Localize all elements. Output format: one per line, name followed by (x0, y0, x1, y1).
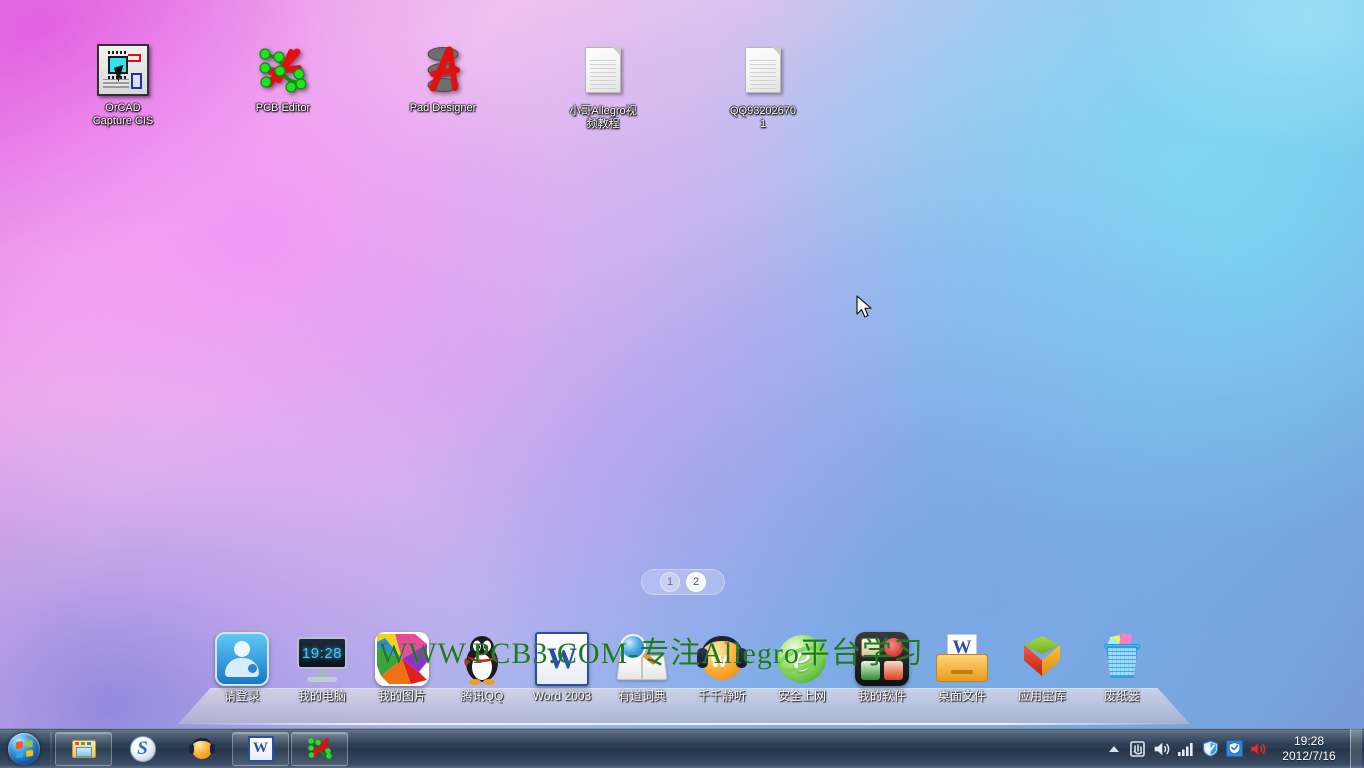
desktop-icon-label: OrCAD Capture CIS (92, 102, 154, 127)
word-letter: W (547, 642, 577, 675)
dock-item-login[interactable]: 请登录 (202, 628, 282, 703)
dock-item-my-software[interactable]: 我的软件 (842, 628, 922, 703)
desktop-dock: 请登录 19:28 我的电脑 我的图片 腾讯QQ W Word 2003 有道词… (0, 628, 1364, 728)
desktop-icon-label: QQ93202670 1 (729, 105, 797, 130)
taskbar-divider (50, 731, 52, 766)
taskbar-button-word-2003[interactable]: W (232, 731, 289, 766)
headphone-face-icon (188, 736, 215, 762)
taskbar-button-sogou-browser[interactable]: S (114, 732, 171, 766)
taskbar-button-file-explorer[interactable] (55, 731, 112, 766)
desktop-icon-pcb-editor[interactable]: PCB Editor (223, 44, 343, 115)
drawer-documents-icon: W (935, 632, 989, 686)
dock-item-my-computer[interactable]: 19:28 我的电脑 (282, 628, 362, 703)
taskbar-button-pcb-editor[interactable] (291, 731, 348, 766)
recycle-bin-icon (1095, 632, 1149, 686)
pcb-editor-icon (307, 736, 333, 762)
dock-item-tencent-qq[interactable]: 腾讯QQ (442, 628, 522, 703)
show-hidden-icons-button[interactable] (1102, 735, 1126, 763)
dock-item-ttplayer[interactable]: W 千千静听 (682, 628, 762, 703)
pinwheel-gallery-icon (375, 632, 429, 686)
dock-item-desktop-files[interactable]: W 桌面文件 (922, 628, 1002, 703)
dictionary-magnifier-icon (615, 632, 669, 686)
dock-item-word-2003[interactable]: W Word 2003 (522, 628, 602, 703)
signal-bars-icon[interactable] (1174, 735, 1198, 763)
windows-orb-icon (8, 732, 40, 765)
dock-item-label: 有道词典 (617, 689, 666, 703)
pad-designer-icon (417, 44, 469, 96)
monitor-clock-text: 19:28 (297, 637, 347, 669)
qq-penguin-icon (455, 632, 509, 686)
text-file-icon (577, 47, 629, 99)
dock-item-list: 请登录 19:28 我的电脑 我的图片 腾讯QQ W Word 2003 有道词… (0, 628, 1364, 728)
dock-item-label: 我的电脑 (297, 689, 346, 703)
user-avatar-icon (215, 632, 269, 686)
dock-item-label: 我的图片 (377, 689, 426, 703)
dock-item-label: 应用宝库 (1017, 689, 1066, 703)
pcb-editor-icon (257, 44, 309, 96)
dock-item-app-store[interactable]: 应用宝库 (1002, 628, 1082, 703)
desktop-page-indicator[interactable]: 1 2 (641, 569, 725, 595)
show-desktop-button[interactable] (1350, 728, 1362, 768)
dock-item-recycle-bin[interactable]: 废纸篓 (1082, 628, 1162, 703)
system-tray: 19:28 2012/7/16 (1102, 728, 1364, 768)
desktop-icon-qq-file[interactable]: QQ93202670 1 (703, 44, 823, 131)
dock-item-safe-browser[interactable]: e 安全上网 (762, 628, 842, 703)
red-speaker-icon[interactable] (1246, 735, 1270, 763)
text-file-icon (737, 47, 789, 99)
clock-date: 2012/7/16 (1282, 748, 1336, 763)
dock-item-label: 千千静听 (697, 689, 746, 703)
cube-icon (1015, 632, 1069, 686)
sogou-s-icon: S (129, 735, 156, 762)
desktop-icon-pad-designer[interactable]: Pad Designer (383, 44, 503, 115)
page-dot-2[interactable]: 2 (686, 572, 706, 592)
green-e-browser-icon: e (773, 632, 831, 686)
desktop-icon-allegro-tutorial[interactable]: 小哥Allegro视 频教程 (543, 44, 663, 131)
dock-item-label: 请登录 (223, 689, 260, 703)
page-dot-1[interactable]: 1 (660, 572, 680, 592)
taskbar-button-ttplayer[interactable] (173, 732, 230, 766)
start-button[interactable] (0, 730, 48, 768)
software-folder-icon (855, 632, 909, 686)
taskbar: S W 19:28 2012/7/16 (0, 728, 1364, 768)
orcad-chip-icon (97, 44, 149, 96)
desktop-icon-label: PCB Editor (255, 102, 311, 114)
desktop-wallpaper[interactable]: OrCAD Capture CIS PCB Editor Pad Designe… (0, 0, 1364, 768)
headphone-face-icon: W (695, 632, 749, 686)
word-icon: W (535, 632, 589, 686)
dock-item-youdao-dict[interactable]: 有道词典 (602, 628, 682, 703)
word-icon: W (247, 735, 274, 762)
action-center-icon[interactable] (1126, 735, 1150, 763)
dock-item-label: 我的软件 (857, 689, 906, 703)
desktop-icon-label: Pad Designer (409, 102, 477, 114)
dock-item-label: Word 2003 (532, 689, 592, 703)
folder-explorer-icon (71, 736, 97, 762)
speaker-icon[interactable] (1150, 735, 1174, 763)
desktop-icon-label: 小哥Allegro视 频教程 (569, 105, 637, 130)
dock-item-my-pictures[interactable]: 我的图片 (362, 628, 442, 703)
dock-item-label: 腾讯QQ (460, 689, 504, 703)
dock-item-label: 废纸篓 (1103, 689, 1140, 703)
monitor-icon: 19:28 (295, 632, 349, 686)
dock-item-label: 桌面文件 (937, 689, 986, 703)
taskbar-clock[interactable]: 19:28 2012/7/16 (1270, 729, 1348, 768)
qq-shield-icon[interactable] (1222, 735, 1246, 763)
desktop-icon-orcad-capture-cis[interactable]: OrCAD Capture CIS (63, 44, 183, 128)
shield-icon[interactable] (1198, 735, 1222, 763)
dock-item-label: 安全上网 (777, 689, 826, 703)
clock-time: 19:28 (1293, 733, 1325, 748)
